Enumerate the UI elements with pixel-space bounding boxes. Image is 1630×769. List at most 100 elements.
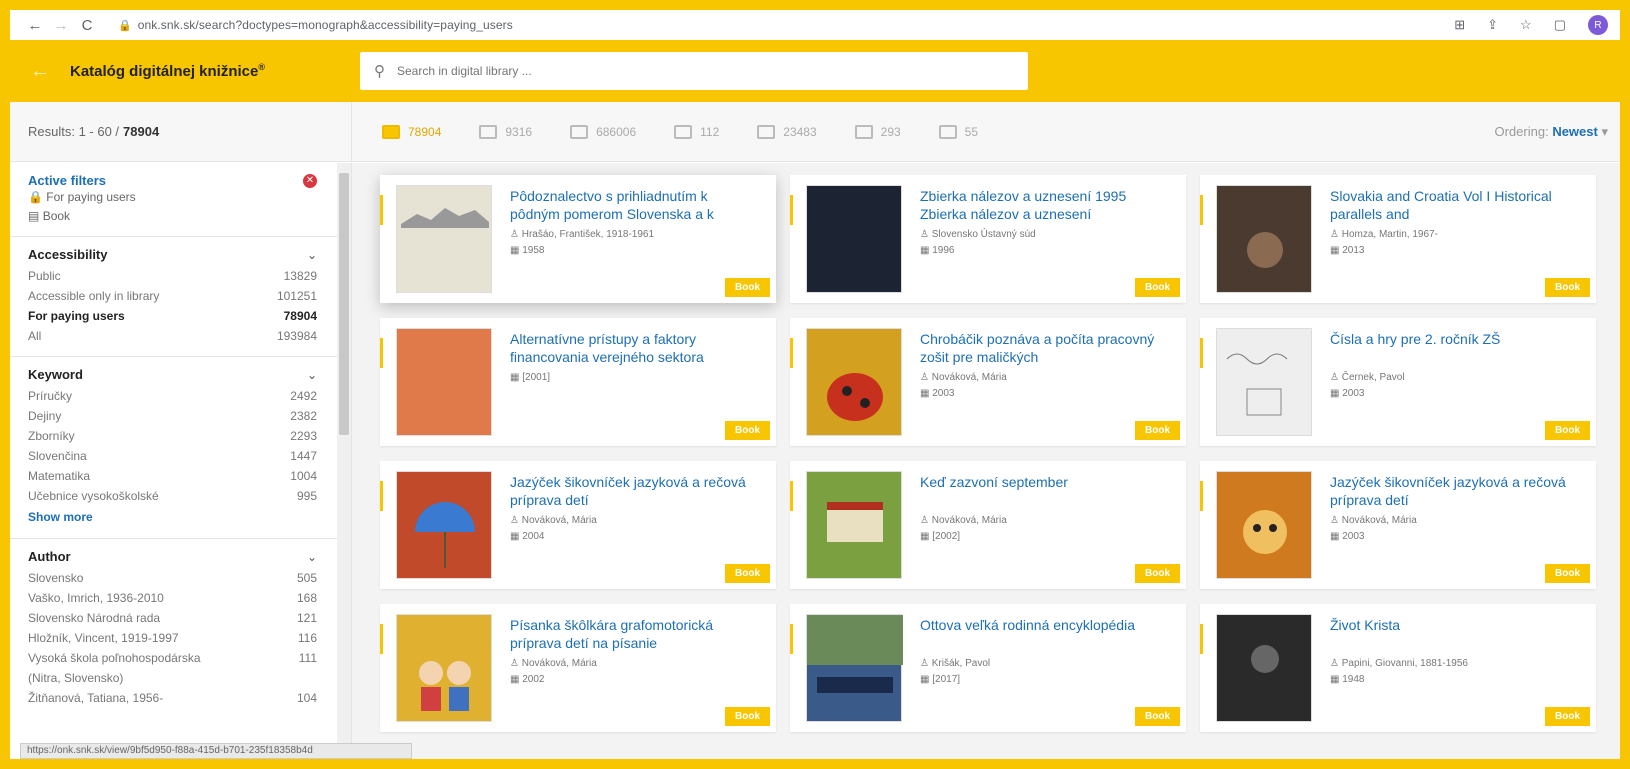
share-icon[interactable]: ⇪ xyxy=(1487,17,1498,33)
author-header[interactable]: Author ⌄ xyxy=(28,549,317,564)
search-input[interactable] xyxy=(397,64,997,78)
keyword-header[interactable]: Keyword ⌄ xyxy=(28,367,317,382)
result-card[interactable]: Jazýček šikovníček jazyková a rečová prí… xyxy=(1200,461,1596,589)
profile-avatar[interactable]: R xyxy=(1588,15,1608,35)
clear-filters-icon[interactable]: ✕ xyxy=(303,173,317,188)
tab-manuscript[interactable]: 293 xyxy=(854,124,901,139)
result-card[interactable]: Chrobáčik poznáva a počíta pracovný zoši… xyxy=(790,318,1186,446)
tab-periodical[interactable]: 9316 xyxy=(479,124,532,139)
reload-icon[interactable]: C xyxy=(74,17,100,34)
filter-option-selected[interactable]: For paying users 78904 xyxy=(28,306,317,326)
book-cover[interactable] xyxy=(806,471,902,579)
tab-graphic[interactable]: 23483 xyxy=(757,124,817,139)
manuscript-icon xyxy=(854,124,873,139)
card-title[interactable]: Pôdoznalectvo s prihliadnutím k pôdným p… xyxy=(510,187,760,223)
tab-article[interactable]: 686006 xyxy=(570,124,636,139)
book-cover[interactable] xyxy=(396,471,492,579)
book-cover[interactable] xyxy=(1216,471,1312,579)
lock-icon: 🔒 xyxy=(118,19,132,32)
chevron-down-icon[interactable]: ⌄ xyxy=(307,368,317,382)
filter-option[interactable]: Slovensko Národná rada 121 xyxy=(28,608,317,628)
card-title[interactable]: Život Krista xyxy=(1330,616,1580,634)
card-title[interactable]: Jazýček šikovníček jazyková a rečová prí… xyxy=(1330,473,1580,509)
card-year: ▦ 2002 xyxy=(510,674,545,685)
active-filter-item[interactable]: 🔒 For paying users xyxy=(28,188,317,207)
translate-icon[interactable]: ⊞ xyxy=(1454,17,1465,33)
result-card[interactable]: Pôdoznalectvo s prihliadnutím k pôdným p… xyxy=(380,175,776,303)
card-title[interactable]: Keď zazvoní september xyxy=(920,473,1170,491)
doctype-tabs: 78904 9316 686006 112 23483 293 55 xyxy=(382,124,978,139)
book-cover[interactable] xyxy=(806,328,902,436)
card-title[interactable]: Zbierka nálezov a uznesení 1995 Zbierka … xyxy=(920,187,1170,223)
filter-option[interactable]: Accessible only in library 101251 xyxy=(28,286,317,306)
filter-option[interactable]: Vysoká škola poľnohospodárska 111 xyxy=(28,648,317,668)
active-filter-item[interactable]: ▤ Book xyxy=(28,207,317,226)
card-title[interactable]: Slovakia and Croatia Vol I Historical pa… xyxy=(1330,187,1580,223)
forward-arrow-icon[interactable]: → xyxy=(48,17,74,34)
app-title[interactable]: Katalóg digitálnej knižnice® xyxy=(70,62,360,80)
card-title[interactable]: Chrobáčik poznáva a počíta pracovný zoši… xyxy=(920,330,1170,366)
result-card[interactable]: Slovakia and Croatia Vol I Historical pa… xyxy=(1200,175,1596,303)
filter-option[interactable]: Public 13829 xyxy=(28,266,317,286)
book-cover[interactable] xyxy=(806,614,903,722)
card-title[interactable]: Alternatívne prístupy a faktory financov… xyxy=(510,330,760,366)
card-title[interactable]: Jazýček šikovníček jazyková a rečová prí… xyxy=(510,473,760,509)
book-cover[interactable] xyxy=(396,185,492,293)
person-icon: ♙ xyxy=(920,515,929,526)
trademark-mark: ® xyxy=(258,62,266,72)
tab-music[interactable]: 55 xyxy=(938,124,978,139)
filter-option[interactable]: Slovenčina 1447 xyxy=(28,446,317,466)
filter-option[interactable]: Matematika 1004 xyxy=(28,466,317,486)
result-card[interactable]: Písanka škôlkára grafomotorická príprava… xyxy=(380,604,776,732)
result-card[interactable]: Keď zazvoní september ♙ Nováková, Mária … xyxy=(790,461,1186,589)
book-cover[interactable] xyxy=(396,614,492,722)
back-arrow-icon[interactable]: ← xyxy=(10,60,70,83)
book-cover[interactable] xyxy=(1216,328,1312,436)
result-card[interactable]: Zbierka nálezov a uznesení 1995 Zbierka … xyxy=(790,175,1186,303)
book-cover[interactable] xyxy=(396,328,492,436)
filter-option[interactable]: Príručky 2492 xyxy=(28,386,317,406)
filter-option[interactable]: Vaško, Imrich, 1936-2010 168 xyxy=(28,588,317,608)
book-cover[interactable] xyxy=(1216,185,1312,293)
filter-option[interactable]: Hložník, Vincent, 1919-1997 116 xyxy=(28,628,317,648)
card-title[interactable]: Ottova veľká rodinná encyklopédia xyxy=(920,616,1170,634)
calendar-icon: ▦ xyxy=(920,531,930,542)
filter-option-continued[interactable]: (Nitra, Slovensko) xyxy=(28,668,317,688)
tab-map[interactable]: 112 xyxy=(674,124,719,139)
result-card[interactable]: Ottova veľká rodinná encyklopédia ♙ Kriš… xyxy=(790,604,1186,732)
filter-option[interactable]: Žitňanová, Tatiana, 1956- 104 xyxy=(28,688,317,708)
card-author: ♙ Nováková, Mária xyxy=(1330,515,1417,526)
back-arrow-icon[interactable]: ← xyxy=(22,17,48,34)
book-cover[interactable] xyxy=(1216,614,1312,722)
accessibility-filter: Accessibility ⌄ Public 13829 Accessible on… xyxy=(10,237,351,357)
scrollbar-thumb[interactable] xyxy=(339,173,349,435)
card-accent xyxy=(380,624,383,654)
card-accent xyxy=(790,195,793,225)
filter-option[interactable]: Zborníky 2293 xyxy=(28,426,317,446)
sidebar-scrollbar[interactable] xyxy=(337,163,351,759)
show-more-link[interactable]: Show more xyxy=(28,506,317,528)
search-icon[interactable]: ⚲ xyxy=(374,62,385,80)
bookmark-star-icon[interactable]: ☆ xyxy=(1520,17,1532,33)
ordering-select[interactable]: Ordering: Newest ▾ xyxy=(1494,124,1608,140)
doctype-badge: Book xyxy=(725,421,770,440)
result-card[interactable]: Čísla a hry pre 2. ročník ZŠ ♙ Černek, P… xyxy=(1200,318,1596,446)
chevron-down-icon[interactable]: ⌄ xyxy=(307,248,317,262)
result-card[interactable]: Alternatívne prístupy a faktory financov… xyxy=(380,318,776,446)
result-card[interactable]: Život Krista ♙ Papini, Giovanni, 1881-19… xyxy=(1200,604,1596,732)
filter-option[interactable]: Slovensko 505 xyxy=(28,568,317,588)
filter-option[interactable]: Učebnice vysokoškolské 995 xyxy=(28,486,317,506)
accessibility-header[interactable]: Accessibility ⌄ xyxy=(28,247,317,262)
filter-option[interactable]: All 193984 xyxy=(28,326,317,346)
sidepanel-icon[interactable]: ▢ xyxy=(1554,17,1566,33)
result-card[interactable]: Jazýček šikovníček jazyková a rečová prí… xyxy=(380,461,776,589)
card-title[interactable]: Písanka škôlkára grafomotorická príprava… xyxy=(510,616,760,652)
filter-option[interactable]: Dejiny 2382 xyxy=(28,406,317,426)
card-accent xyxy=(380,195,383,225)
chevron-down-icon[interactable]: ⌄ xyxy=(307,550,317,564)
card-title[interactable]: Čísla a hry pre 2. ročník ZŠ xyxy=(1330,330,1580,348)
address-bar[interactable]: onk.snk.sk/search?doctypes=monograph&acc… xyxy=(138,18,513,32)
book-cover[interactable] xyxy=(806,185,902,293)
results-grid: Pôdoznalectvo s prihliadnutím k pôdným p… xyxy=(352,163,1620,759)
tab-book[interactable]: 78904 xyxy=(382,124,441,139)
